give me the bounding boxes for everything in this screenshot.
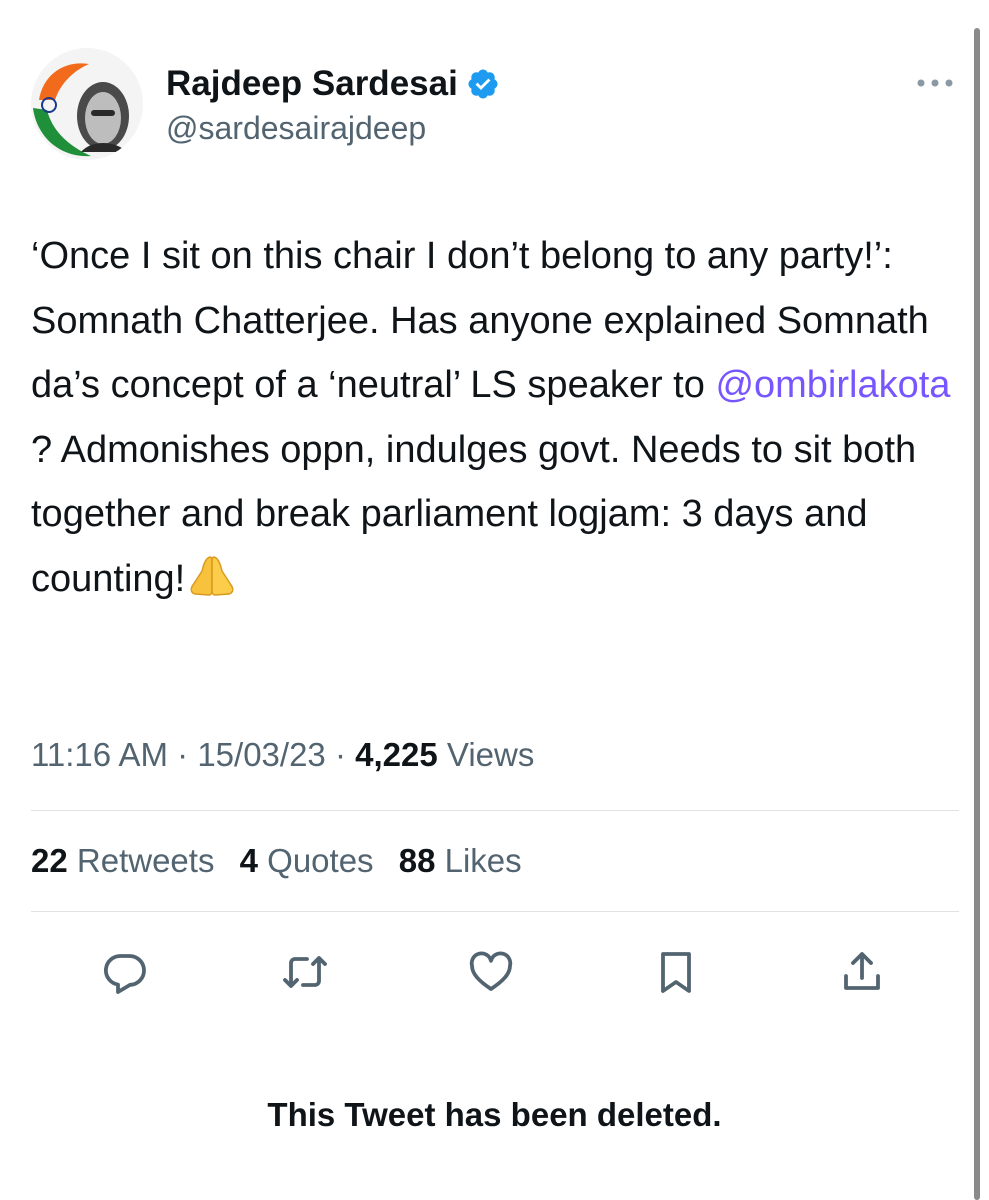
mention-link[interactable]: @ombirlakota (715, 364, 950, 406)
likes-count: 88 (398, 842, 436, 879)
author-name[interactable]: Rajdeep Sardesai (166, 64, 458, 104)
bookmark-button[interactable] (646, 942, 706, 1002)
like-button[interactable] (461, 942, 521, 1002)
action-bar (0, 942, 989, 1002)
share-button[interactable] (832, 942, 892, 1002)
quotes-label: Quotes (267, 842, 374, 879)
share-icon (844, 952, 880, 990)
likes-stat[interactable]: 88 Likes (399, 842, 522, 879)
divider (31, 810, 959, 811)
tweet-time[interactable]: 11:16 AM (31, 736, 168, 773)
retweet-button[interactable] (275, 942, 335, 1002)
scrollbar[interactable] (974, 28, 980, 1200)
deleted-notice: This Tweet has been deleted. (267, 1096, 722, 1133)
tweet-meta: 11:16 AM · 15/03/23 · 4,225 Views (31, 736, 534, 774)
quotes-stat[interactable]: 4 Quotes (240, 842, 374, 879)
reply-button[interactable] (95, 942, 155, 1002)
quotes-count: 4 (239, 842, 258, 879)
like-icon (469, 951, 513, 991)
meta-separator: · (334, 736, 346, 773)
verified-badge-icon (468, 69, 498, 99)
retweets-stat[interactable]: 22 Retweets (31, 842, 214, 879)
tweet-date[interactable]: 15/03/23 (197, 736, 325, 773)
tweet-text: ‘Once I sit on this chair I don’t belong… (31, 224, 956, 611)
retweet-icon (283, 956, 327, 988)
author-handle[interactable]: @sardesairajdeep (166, 110, 426, 147)
reply-icon (104, 954, 146, 994)
tweet-text-part2: ? Admonishes oppn, indulges govt. Needs … (31, 428, 917, 600)
avatar[interactable] (31, 48, 143, 160)
retweets-count: 22 (31, 842, 68, 879)
likes-label: Likes (444, 842, 522, 879)
tweet-stats: 22 Retweets 4 Quotes 88 Likes (31, 842, 538, 880)
author-name-row[interactable]: Rajdeep Sardesai (166, 62, 500, 106)
more-options-icon[interactable] (914, 68, 956, 98)
avatar-image (31, 48, 143, 160)
views-label: Views (446, 736, 535, 773)
views-count: 4,225 (355, 736, 438, 773)
folded-hands-emoji (190, 555, 234, 596)
divider (31, 911, 959, 912)
retweets-label: Retweets (76, 842, 215, 879)
bookmark-icon (661, 952, 691, 993)
meta-separator: · (177, 736, 189, 773)
